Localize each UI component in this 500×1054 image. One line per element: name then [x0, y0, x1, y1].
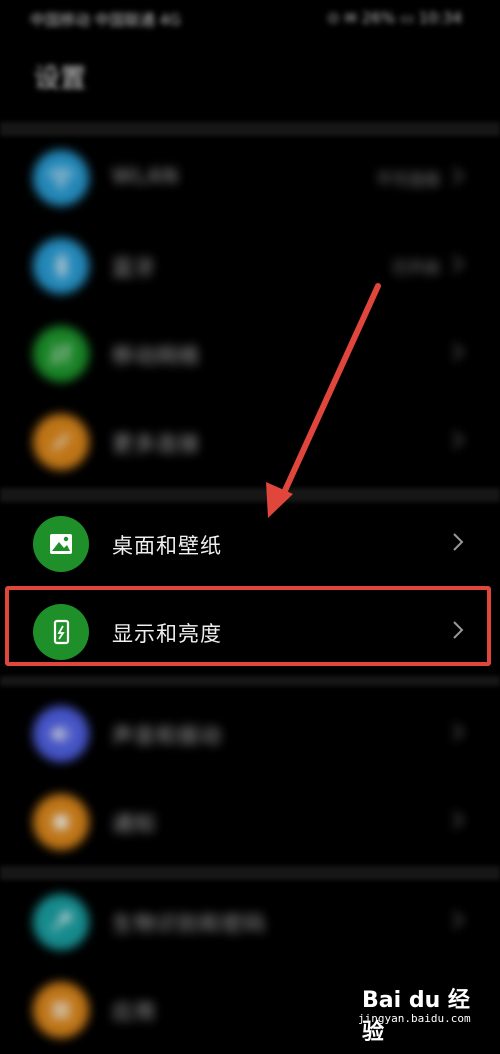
- chevron-right-icon: [453, 255, 464, 273]
- image-icon: [33, 516, 89, 572]
- settings-row-sound-vibration[interactable]: 声音和振动: [0, 690, 500, 778]
- apps-icon: [33, 982, 89, 1038]
- settings-row-biometrics-password[interactable]: 生物识别和密码: [0, 878, 500, 966]
- settings-row-mobile-network[interactable]: 移动网络: [0, 310, 500, 398]
- settings-row-wlan[interactable]: WLAN 不可连接: [0, 134, 500, 222]
- notification-icon: [33, 794, 89, 850]
- bluetooth-icon: [33, 238, 89, 294]
- mobile-network-icon: [33, 326, 89, 382]
- sound-icon: [33, 706, 89, 762]
- wifi-icon: [33, 150, 89, 206]
- watermark-url: jingyan.baidu.com: [358, 1012, 471, 1025]
- settings-row-label: 通知: [112, 812, 156, 836]
- baidu-jingyan-watermark: Bai du 经验 jingyan.baidu.com: [358, 980, 478, 1045]
- settings-row-bluetooth[interactable]: 蓝牙 已开启: [0, 222, 500, 310]
- settings-row-desktop-wallpaper[interactable]: 桌面和壁纸: [0, 500, 500, 588]
- chevron-right-icon: [453, 723, 464, 741]
- settings-row-notifications[interactable]: 通知: [0, 778, 500, 866]
- status-carrier: 中国移动 中国联通 4G: [30, 11, 181, 29]
- section-divider: [0, 676, 500, 686]
- chevron-right-icon: [453, 343, 464, 361]
- chevron-right-icon: [453, 431, 464, 449]
- settings-row-more-connections[interactable]: 更多连接: [0, 398, 500, 486]
- highlight-box: [5, 586, 491, 666]
- key-icon: [33, 894, 89, 950]
- page-title: 设置: [34, 64, 87, 94]
- settings-row-label: WLAN: [112, 164, 180, 188]
- settings-row-label: 移动网络: [112, 344, 200, 368]
- settings-row-label: 更多连接: [112, 432, 200, 456]
- settings-row-label: 蓝牙: [112, 256, 156, 280]
- settings-row-label: 生物识别和密码: [112, 912, 266, 936]
- settings-row-value: 已开启: [391, 258, 440, 277]
- settings-row-label: 桌面和壁纸: [112, 534, 222, 558]
- chevron-right-icon: [453, 167, 464, 185]
- settings-row-value: 不可连接: [375, 170, 440, 189]
- status-bar: 中国移动 中国联通 4G ⊙ ✉ 26% ▭ 10:34: [0, 0, 500, 38]
- link-icon: [33, 414, 89, 470]
- chevron-right-icon: [453, 911, 464, 929]
- settings-row-label: 声音和振动: [112, 724, 222, 748]
- settings-row-label: 应用: [112, 1000, 156, 1024]
- chevron-right-icon: [453, 811, 464, 829]
- status-right-info: ⊙ ✉ 26% ▭ 10:34: [327, 9, 462, 27]
- chevron-right-icon: [453, 533, 464, 551]
